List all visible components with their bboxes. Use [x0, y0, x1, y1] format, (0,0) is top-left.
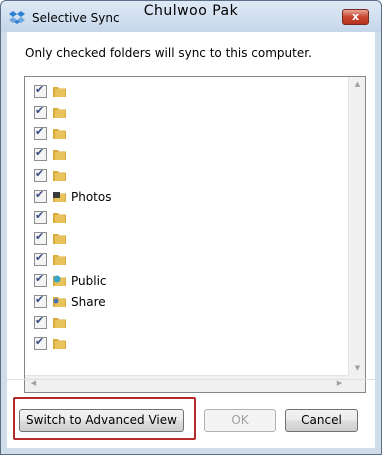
- instructions-text: Only checked folders will sync to this c…: [25, 46, 312, 60]
- folder-row[interactable]: [30, 125, 340, 143]
- folder-checkbox[interactable]: [34, 83, 47, 98]
- folder-icon: [53, 129, 66, 139]
- folder-row[interactable]: Photos: [30, 188, 340, 206]
- title-bar[interactable]: Chulwoo Pak Selective Sync x: [1, 1, 381, 32]
- folder-icon: [53, 234, 66, 244]
- folder-row[interactable]: [30, 167, 340, 185]
- scroll-left-arrow-icon[interactable]: ◀: [25, 379, 42, 387]
- folder-row[interactable]: [30, 230, 340, 248]
- folder-icon: [53, 108, 66, 118]
- folder-tree[interactable]: Photos Public Share ▲ ▼ ◀ ▶: [24, 76, 366, 393]
- separator: [7, 379, 375, 380]
- scroll-right-arrow-icon[interactable]: ▶: [331, 379, 348, 387]
- scroll-down-arrow-icon[interactable]: ▼: [349, 364, 366, 372]
- public-folder-icon: [53, 275, 66, 286]
- folder-icon: [53, 150, 66, 160]
- folder-label: Share: [71, 295, 106, 309]
- switch-to-advanced-view-button[interactable]: Switch to Advanced View: [19, 409, 184, 432]
- folder-checkbox[interactable]: [34, 104, 47, 119]
- photos-folder-icon: [53, 192, 66, 202]
- folder-icon: [53, 255, 66, 265]
- folder-row[interactable]: [30, 83, 340, 101]
- ok-button[interactable]: OK: [204, 409, 276, 432]
- folder-label: Public: [71, 274, 107, 288]
- folder-icon: [53, 87, 66, 97]
- folder-rows: Photos Public Share: [25, 77, 349, 375]
- shared-folder-icon: [53, 297, 66, 307]
- folder-checkbox[interactable]: [34, 230, 47, 245]
- window-title: Selective Sync: [32, 11, 120, 25]
- folder-row[interactable]: [30, 146, 340, 164]
- folder-row[interactable]: Public: [30, 272, 340, 290]
- close-button[interactable]: x: [342, 9, 369, 25]
- cancel-button[interactable]: Cancel: [285, 409, 358, 432]
- folder-checkbox[interactable]: [34, 251, 47, 266]
- folder-icon: [53, 318, 66, 328]
- folder-checkbox[interactable]: [34, 293, 47, 308]
- folder-checkbox[interactable]: [34, 335, 47, 350]
- folder-row[interactable]: [30, 251, 340, 269]
- folder-row[interactable]: Share: [30, 293, 340, 311]
- folder-row[interactable]: [30, 209, 340, 227]
- folder-checkbox[interactable]: [34, 125, 47, 140]
- folder-label: Photos: [71, 190, 112, 204]
- folder-checkbox[interactable]: [34, 209, 47, 224]
- folder-checkbox[interactable]: [34, 167, 47, 182]
- folder-icon: [53, 171, 66, 181]
- folder-icon: [53, 339, 66, 349]
- scroll-up-arrow-icon[interactable]: ▲: [349, 80, 366, 88]
- folder-checkbox[interactable]: [34, 188, 47, 203]
- folder-icon: [53, 213, 66, 223]
- horizontal-scrollbar[interactable]: ◀ ▶: [25, 375, 348, 392]
- folder-row[interactable]: [30, 335, 340, 353]
- folder-checkbox[interactable]: [34, 272, 47, 287]
- folder-checkbox[interactable]: [34, 314, 47, 329]
- folder-checkbox[interactable]: [34, 146, 47, 161]
- vertical-scrollbar[interactable]: ▲ ▼: [348, 77, 365, 375]
- dialog-body: Only checked folders will sync to this c…: [7, 32, 375, 448]
- folder-row[interactable]: [30, 104, 340, 122]
- selective-sync-window: Chulwoo Pak Selective Sync x Only checke…: [0, 0, 382, 455]
- folder-row[interactable]: [30, 314, 340, 332]
- scroll-corner: [348, 375, 365, 392]
